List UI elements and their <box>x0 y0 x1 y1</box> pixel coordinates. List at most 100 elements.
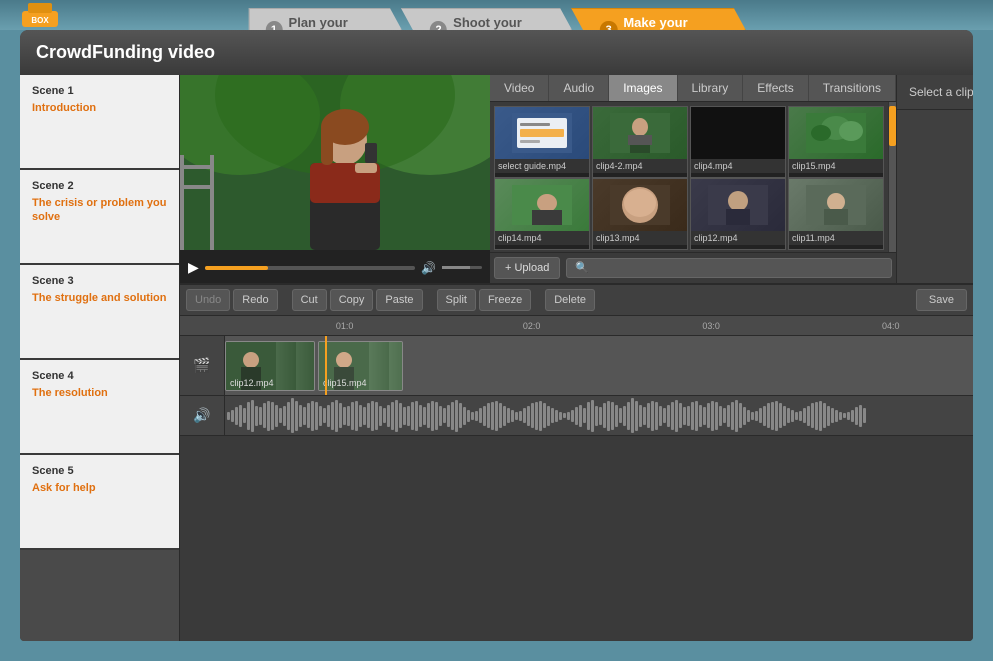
cut-button[interactable]: Cut <box>292 289 327 311</box>
delete-button[interactable]: Delete <box>545 289 595 311</box>
waveform-bar <box>459 403 462 428</box>
waveform-bar <box>495 401 498 431</box>
media-label-0: select guide.mp4 <box>495 159 589 173</box>
waveform-bar <box>347 406 350 426</box>
paste-button[interactable]: Paste <box>376 289 422 311</box>
waveform-bar <box>571 410 574 422</box>
clip-2[interactable]: clip15.mp4 <box>318 341 403 391</box>
waveform-bar <box>343 407 346 425</box>
media-item-3[interactable]: clip15.mp4 <box>788 106 884 178</box>
tab-audio[interactable]: Audio <box>549 75 609 101</box>
tab-effects[interactable]: Effects <box>743 75 808 101</box>
media-item-1[interactable]: clip4-2.mp4 <box>592 106 688 178</box>
undo-button[interactable]: Undo <box>186 289 230 311</box>
waveform-bar <box>247 402 250 430</box>
waveform-bar <box>411 402 414 430</box>
playhead[interactable] <box>325 336 327 395</box>
sidebar-item-scene2[interactable]: Scene 2 The crisis or problem you solve <box>20 170 179 265</box>
tab-images[interactable]: Images <box>609 75 677 101</box>
waveform-bars <box>225 396 973 435</box>
waveform-bar <box>487 403 490 428</box>
play-button[interactable]: ▶ <box>188 259 199 276</box>
waveform-bar <box>583 408 586 423</box>
waveform-bar <box>591 400 594 432</box>
waveform-bar <box>355 401 358 431</box>
waveform-bar <box>811 403 814 428</box>
waveform-bar <box>295 401 298 431</box>
media-item-6[interactable]: clip12.mp4 <box>690 178 786 250</box>
freeze-button[interactable]: Freeze <box>479 289 531 311</box>
media-scrollbar[interactable] <box>888 102 896 252</box>
waveform-bar <box>559 412 562 420</box>
waveform-bar <box>695 401 698 431</box>
waveform-bar <box>527 406 530 426</box>
waveform-bar <box>799 411 802 421</box>
waveform-bar <box>691 402 694 430</box>
scene3-subtitle: The struggle and solution <box>32 291 167 305</box>
waveform-bar <box>447 405 450 427</box>
waveform-bar <box>323 408 326 423</box>
waveform-bar <box>771 402 774 430</box>
video-track-label: 🎬 <box>180 336 225 395</box>
media-thumb-5 <box>593 179 687 231</box>
waveform-bar <box>627 402 630 430</box>
media-grid: select guide.mp4 clip4-2.mp4 clip4.mp4 <box>490 102 888 252</box>
media-item-7[interactable]: clip11.mp4 <box>788 178 884 250</box>
waveform-bar <box>267 401 270 431</box>
waveform-bar <box>395 400 398 432</box>
media-item-5[interactable]: clip13.mp4 <box>592 178 688 250</box>
waveform-bar <box>523 408 526 423</box>
sidebar-item-scene3[interactable]: Scene 3 The struggle and solution <box>20 265 179 360</box>
waveform-bar <box>303 407 306 425</box>
media-search-input[interactable] <box>566 258 892 278</box>
media-thumb-7 <box>789 179 883 231</box>
scene1-title: Scene 1 <box>32 85 167 97</box>
video-progress-bar[interactable] <box>205 266 415 270</box>
waveform-bar <box>723 408 726 423</box>
app-header: CrowdFunding video <box>20 30 973 75</box>
split-button[interactable]: Split <box>437 289 476 311</box>
audio-track-content[interactable] <box>225 396 973 435</box>
upload-button[interactable]: + Upload <box>494 257 560 279</box>
waveform-bar <box>299 405 302 427</box>
sidebar-item-scene5[interactable]: Scene 5 Ask for help <box>20 455 179 550</box>
video-preview: ▶ 🔊 <box>180 75 490 283</box>
waveform-bar <box>435 402 438 430</box>
waveform-bar <box>659 406 662 426</box>
waveform-bar <box>667 405 670 427</box>
sidebar-item-scene1[interactable]: Scene 1 Introduction <box>20 75 179 170</box>
tab-transitions[interactable]: Transitions <box>809 75 896 101</box>
waveform-bar <box>371 401 374 431</box>
waveform-bar <box>815 402 818 430</box>
media-thumb-4 <box>495 179 589 231</box>
media-item-0[interactable]: select guide.mp4 <box>494 106 590 178</box>
redo-button[interactable]: Redo <box>233 289 277 311</box>
tab-library[interactable]: Library <box>678 75 744 101</box>
waveform-bar <box>743 407 746 425</box>
waveform-bar <box>651 401 654 431</box>
media-item-2[interactable]: clip4.mp4 <box>690 106 786 178</box>
volume-bar[interactable] <box>442 266 482 269</box>
waveform-bar <box>855 407 858 425</box>
save-button[interactable]: Save <box>916 289 967 311</box>
waveform-bar <box>699 405 702 427</box>
waveform-bar <box>735 400 738 432</box>
sidebar-item-scene4[interactable]: Scene 4 The resolution <box>20 360 179 455</box>
waveform-bar <box>227 412 230 420</box>
video-track-content[interactable]: clip12.mp4 clip15.mp4 <box>225 336 973 395</box>
waveform-bar <box>283 406 286 426</box>
clip2-label: clip15.mp4 <box>323 378 367 388</box>
copy-button[interactable]: Copy <box>330 289 374 311</box>
waveform-bar <box>603 403 606 428</box>
media-thumb-6 <box>691 179 785 231</box>
audio-track-label: 🔊 <box>180 396 225 435</box>
waveform-bar <box>415 401 418 431</box>
volume-fill <box>442 266 470 269</box>
scene3-title: Scene 3 <box>32 275 167 287</box>
waveform-bar <box>775 401 778 431</box>
tab-video[interactable]: Video <box>490 75 549 101</box>
timeline-ruler: 01:0 02:0 03:0 04:0 <box>180 316 973 336</box>
waveform-bar <box>851 410 854 422</box>
media-item-4[interactable]: clip14.mp4 <box>494 178 590 250</box>
clip-1[interactable]: clip12.mp4 <box>225 341 315 391</box>
